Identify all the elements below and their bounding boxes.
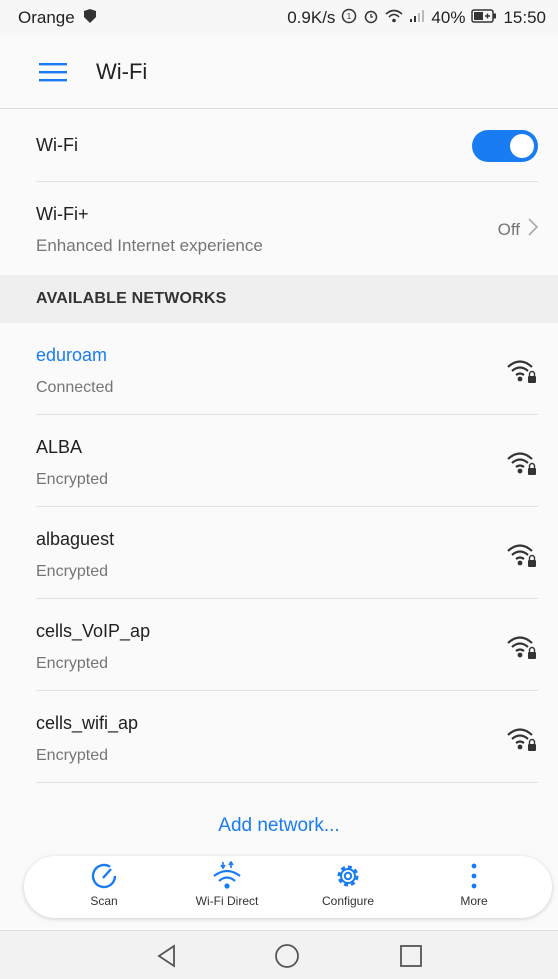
battery-icon (471, 8, 497, 28)
wifi-plus-value-label: Off (497, 219, 520, 239)
system-nav-bar (0, 930, 558, 979)
network-item-eduroam[interactable]: eduroam Connected (0, 323, 558, 415)
toggle-knob (510, 134, 534, 158)
menu-icon[interactable] (36, 55, 70, 89)
wifi-toggle-label: Wi-Fi (36, 135, 78, 155)
network-status: Encrypted (36, 471, 109, 488)
network-status: Encrypted (36, 655, 109, 672)
wifi-plus-title: Wi-Fi+ (36, 204, 89, 224)
wifi-toggle-switch[interactable] (472, 130, 538, 162)
wifi-direct-button[interactable]: Wi-Fi Direct (177, 861, 277, 914)
wifi-direct-label: Wi-Fi Direct (195, 894, 259, 908)
wifi-lock-icon (507, 728, 536, 751)
home-icon[interactable] (272, 941, 302, 971)
page-title: Wi-Fi (96, 59, 148, 84)
network-name: cells_wifi_ap (36, 713, 139, 733)
clock: 15:50 (503, 8, 546, 27)
configure-label: Configure (321, 894, 375, 908)
network-status: Connected (36, 379, 114, 396)
signal-icon (409, 8, 425, 28)
wifi-lock-icon (507, 636, 536, 659)
divider (36, 782, 538, 783)
add-network-link[interactable]: Add network... (0, 815, 558, 837)
network-item-cells-wifi-ap[interactable]: cells_wifi_ap Encrypted (0, 691, 558, 783)
more-button[interactable]: More (424, 862, 524, 914)
scan-button[interactable]: Scan (54, 862, 154, 914)
wifi-plus-value: Off (497, 218, 539, 241)
available-networks-header: AVAILABLE NETWORKS (0, 275, 558, 323)
wifi-plus-subtitle: Enhanced Internet experience (36, 236, 263, 255)
network-name: albaguest (36, 529, 115, 549)
network-item-albaguest[interactable]: albaguest Encrypted (0, 507, 558, 599)
network-name: ALBA (36, 437, 83, 457)
wifi-lock-icon (507, 360, 536, 383)
wifi-direct-icon (213, 861, 241, 889)
section-header-label: AVAILABLE NETWORKS (36, 290, 227, 307)
chevron-right-icon (528, 218, 539, 241)
network-item-alba[interactable]: ALBA Encrypted (0, 415, 558, 507)
more-vertical-icon (471, 863, 477, 889)
network-name: eduroam (36, 345, 108, 365)
configure-button[interactable]: Configure (298, 862, 398, 914)
notification-icon (81, 8, 99, 29)
back-icon[interactable] (152, 941, 182, 971)
scan-icon (91, 863, 117, 889)
status-right: 0.9K/s 1 40% 15:50 (287, 8, 546, 29)
wifi-lock-icon (507, 452, 536, 475)
wifi-status-icon (385, 8, 403, 28)
wifi-plus-row[interactable]: Wi-Fi+ Enhanced Internet experience Off (36, 182, 539, 275)
bottom-toolbar: Scan Wi-Fi Direct Configure More (24, 856, 552, 918)
app-bar: Wi-Fi (0, 36, 558, 109)
gear-icon (337, 865, 359, 887)
more-label: More (460, 894, 488, 908)
battery-percent: 40% (431, 8, 466, 27)
data-saver-icon: 1 (341, 8, 357, 29)
network-status: Encrypted (36, 747, 109, 764)
network-status: Encrypted (36, 563, 109, 580)
recents-icon[interactable] (396, 941, 426, 971)
wifi-lock-icon (507, 544, 536, 567)
network-name: cells_VoIP_ap (36, 621, 151, 641)
network-item-cells-voip-ap[interactable]: cells_VoIP_ap Encrypted (0, 599, 558, 691)
status-left: Orange (18, 8, 99, 29)
network-speed: 0.9K/s (287, 8, 336, 27)
svg-text:1: 1 (347, 12, 352, 21)
status-bar: Orange 0.9K/s 1 40% 15:50 (0, 0, 558, 36)
carrier-label: Orange (18, 8, 75, 27)
wifi-toggle-row[interactable]: Wi-Fi (36, 108, 538, 182)
scan-label: Scan (90, 894, 118, 908)
alarm-icon (363, 8, 379, 29)
